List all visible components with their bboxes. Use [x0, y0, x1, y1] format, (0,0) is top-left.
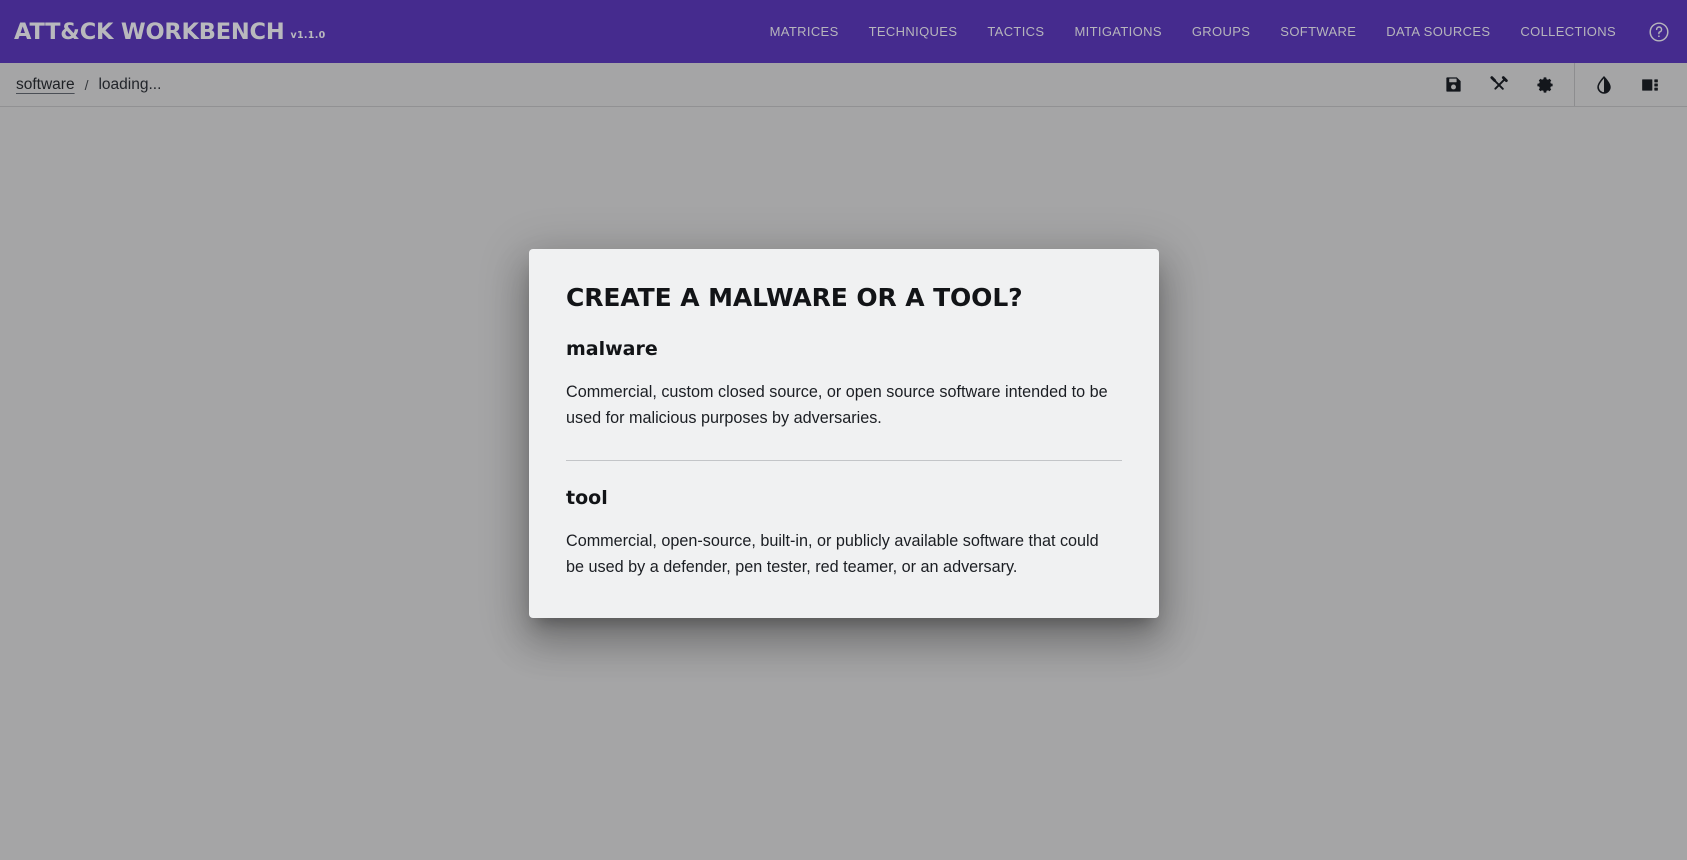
option-tool-heading: tool [566, 487, 608, 509]
dialog-divider [566, 460, 1122, 461]
breadcrumb: software / loading... [16, 76, 161, 94]
crossed-tools-icon [1489, 75, 1509, 95]
brand-version: v1.1.0 [290, 29, 326, 41]
nav-item-groups[interactable]: GROUPS [1177, 16, 1265, 47]
content-area: CREATE A MALWARE OR A TOOL? malware Comm… [0, 107, 1687, 859]
option-malware-description: Commercial, custom closed source, or ope… [566, 383, 1108, 427]
app-header: ATT&CK WORKBENCH v1.1.0 MATRICES TECHNIQ… [0, 0, 1687, 63]
option-malware-heading: malware [566, 338, 658, 360]
nav-item-mitigations[interactable]: MITIGATIONS [1059, 16, 1176, 47]
settings-button[interactable] [1522, 63, 1568, 107]
toolbar-group-view [1574, 63, 1673, 106]
layout-toggle-button[interactable] [1627, 63, 1673, 107]
save-button[interactable] [1430, 63, 1476, 107]
help-circle-icon[interactable] [1645, 18, 1673, 46]
nav-item-software[interactable]: SOFTWARE [1265, 16, 1371, 47]
save-floppy-icon [1444, 75, 1463, 94]
contrast-droplet-icon [1594, 75, 1614, 95]
breadcrumb-current-loading: loading... [98, 75, 162, 93]
nav-item-tactics[interactable]: TACTICS [972, 16, 1059, 47]
breadcrumb-separator: / [84, 76, 89, 93]
create-software-type-dialog: CREATE A MALWARE OR A TOOL? malware Comm… [529, 249, 1159, 618]
nav-item-matrices[interactable]: MATRICES [755, 16, 854, 47]
gear-icon [1535, 75, 1555, 95]
nav-item-techniques[interactable]: TECHNIQUES [854, 16, 973, 47]
theme-toggle-button[interactable] [1581, 63, 1627, 107]
option-tool-description: Commercial, open-source, built-in, or pu… [566, 532, 1099, 576]
toolbar-group-primary [1430, 63, 1568, 106]
option-tool[interactable]: tool Commercial, open-source, built-in, … [566, 487, 1122, 580]
option-malware[interactable]: malware Commercial, custom closed source… [566, 338, 1122, 431]
nav-item-collections[interactable]: COLLECTIONS [1505, 16, 1631, 47]
toolbar [1430, 63, 1673, 106]
brand-logo[interactable]: ATT&CK WORKBENCH v1.1.0 [14, 19, 326, 45]
breadcrumb-toolbar-bar: software / loading... [0, 63, 1687, 107]
brand-title: ATT&CK WORKBENCH [14, 18, 285, 45]
sidebar-layout-icon [1640, 75, 1660, 95]
breadcrumb-link-software[interactable]: software [16, 76, 75, 94]
fix-tools-button[interactable] [1476, 63, 1522, 107]
dialog-title: CREATE A MALWARE OR A TOOL? [566, 283, 1023, 312]
nav-item-data-sources[interactable]: DATA SOURCES [1371, 16, 1505, 47]
